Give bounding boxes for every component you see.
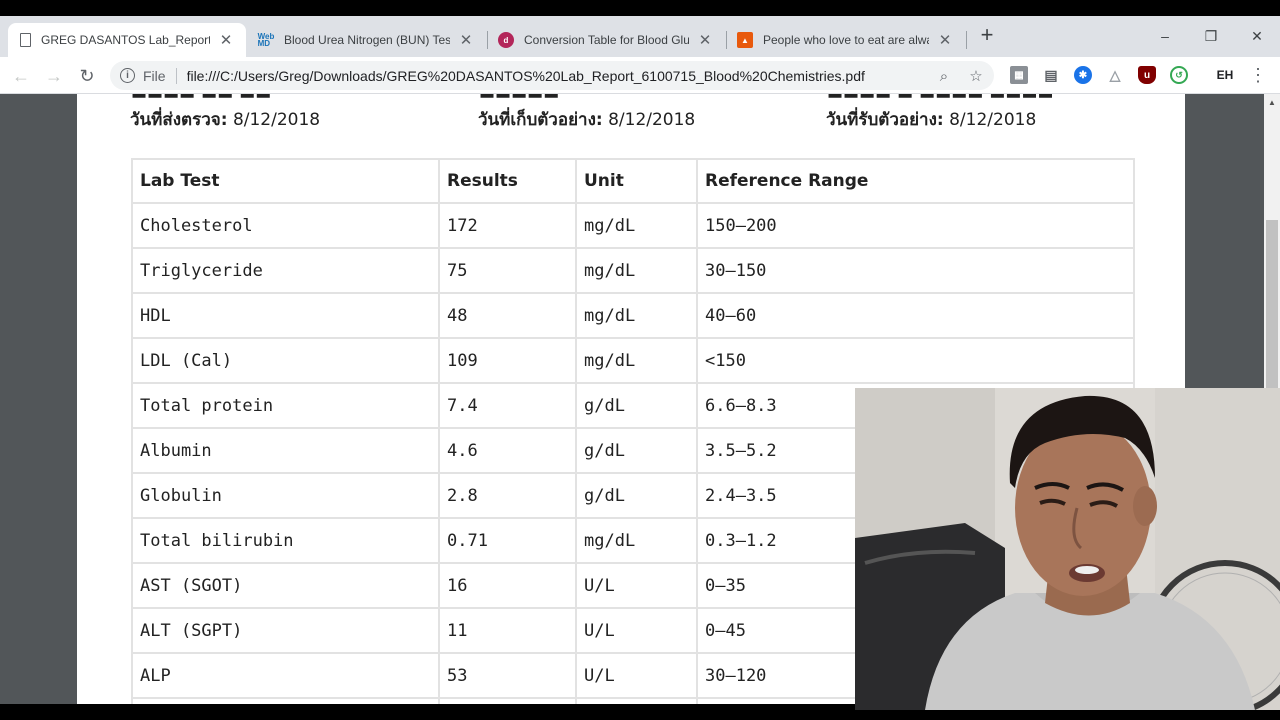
unit-cell: U/L (575, 562, 698, 609)
top-black-strip (0, 0, 1280, 16)
lab-test-cell: Total bilirubin (131, 517, 440, 564)
unit-cell: mg/dL (575, 202, 698, 249)
window-close-button[interactable]: ✕ (1245, 26, 1269, 46)
unit-cell: mg/dL (575, 247, 698, 294)
lab-test-cell: Triglyceride (131, 247, 440, 294)
reference-range-cell: 40–60 (696, 292, 1135, 339)
close-icon[interactable]: ✕ (697, 32, 713, 49)
webcam-person-image (855, 388, 1280, 710)
reference-range-cell: <150 (696, 337, 1135, 384)
result-cell: 0.71 (438, 517, 577, 564)
extension-text-icon[interactable]: EH (1214, 66, 1236, 84)
result-cell: 172 (438, 202, 577, 249)
cut-off-text: ▬▬▬▬▬ (479, 94, 560, 104)
unit-cell: g/dL (575, 472, 698, 519)
document-icon (20, 33, 31, 47)
reference-range-cell: 150–200 (696, 202, 1135, 249)
unit-cell: U/L (575, 652, 698, 699)
lab-test-cell: Total protein (131, 382, 440, 429)
back-arrow-icon[interactable]: ← (9, 64, 33, 88)
unit-cell: U/L (575, 607, 698, 654)
reference-range-cell: 30–150 (696, 247, 1135, 294)
circle-logo-icon: d (498, 32, 514, 48)
unit-cell: g/dL (575, 427, 698, 474)
minimize-button[interactable]: – (1153, 26, 1177, 46)
browser-toolbar: ← → ↻ i File file:///C:/Users/Greg/Downl… (0, 57, 1280, 94)
result-cell: 53 (438, 652, 577, 699)
cut-off-text: ▬▬▬▬ ▬ ▬▬▬▬ ▬▬▬▬ (827, 94, 1054, 104)
ublock-icon[interactable]: u (1138, 66, 1156, 84)
tab-title: Blood Urea Nitrogen (BUN) Test (284, 33, 450, 47)
submit-date: วันที่ส่งตรวจ: 8/12/2018 (130, 110, 321, 130)
new-tab-button[interactable]: + (975, 22, 999, 47)
info-icon[interactable]: i (120, 68, 135, 83)
result-cell: 11 (438, 607, 577, 654)
scroll-up-arrow-icon[interactable]: ▲ (1268, 98, 1276, 107)
webmd-icon: Web MD (257, 32, 275, 48)
divider (175, 67, 177, 84)
close-icon[interactable]: ✕ (218, 32, 234, 49)
table-row: Cholesterol 172 mg/dL 150–200 (131, 202, 1135, 249)
close-icon[interactable]: ✕ (458, 32, 474, 49)
forward-arrow-icon[interactable]: → (42, 64, 66, 88)
url-text[interactable]: file:///C:/Users/Greg/Downloads/GREG%20D… (187, 68, 865, 84)
tab-separator (966, 31, 967, 49)
address-bar[interactable]: i File file:///C:/Users/Greg/Downloads/G… (110, 61, 994, 90)
menu-dots-icon[interactable]: ⋮ (1249, 65, 1267, 85)
received-date: วันที่รับตัวอย่าง: 8/12/2018 (826, 110, 1037, 130)
result-cell: 16 (438, 562, 577, 609)
webcam-overlay (855, 388, 1280, 710)
flame-icon: ▲ (737, 32, 753, 48)
result-cell: 48 (438, 292, 577, 339)
extension-grid-icon[interactable]: ▤ (1042, 66, 1060, 84)
header-unit: Unit (575, 158, 698, 204)
lab-test-cell: LDL (Cal) (131, 337, 440, 384)
extension-globe-icon[interactable]: ✱ (1074, 66, 1092, 84)
bookmark-star-icon[interactable]: ☆ (966, 66, 986, 86)
table-row: HDL 48 mg/dL 40–60 (131, 292, 1135, 339)
tab-title: GREG DASANTOS Lab_Report_61 (41, 33, 210, 47)
lab-test-cell: Albumin (131, 427, 440, 474)
tab-people-who-love-to-eat[interactable]: ▲ People who love to eat are alway ✕ (725, 23, 965, 57)
extension-box-icon[interactable]: ▦ (1010, 66, 1028, 84)
lab-test-cell: Cholesterol (131, 202, 440, 249)
header-results: Results (438, 158, 577, 204)
lab-test-cell: ALP (131, 652, 440, 699)
tab-lab-report[interactable]: GREG DASANTOS Lab_Report_61 ✕ (8, 23, 246, 57)
table-row: LDL (Cal) 109 mg/dL <150 (131, 337, 1135, 384)
lab-test-cell: HDL (131, 292, 440, 339)
tab-title: People who love to eat are alway (763, 33, 929, 47)
unit-cell: g/dL (575, 382, 698, 429)
close-icon[interactable]: ✕ (937, 32, 953, 49)
header-lab-test: Lab Test (131, 158, 440, 204)
header-reference-range: Reference Range (696, 158, 1135, 204)
cut-off-text: ▬▬▬▬ ▬▬ ▬▬ (131, 94, 272, 104)
unit-cell: mg/dL (575, 517, 698, 564)
result-cell: 4.6 (438, 427, 577, 474)
result-cell: 2.8 (438, 472, 577, 519)
extension-green-icon[interactable]: ↺ (1170, 66, 1188, 84)
collection-date: วันที่เก็บตัวอย่าง: 8/12/2018 (478, 110, 696, 130)
unit-cell: mg/dL (575, 337, 698, 384)
result-cell: 75 (438, 247, 577, 294)
drive-icon[interactable]: △ (1106, 66, 1124, 84)
tab-bun-test[interactable]: Web MD Blood Urea Nitrogen (BUN) Test ✕ (246, 23, 486, 57)
lab-test-cell: Globulin (131, 472, 440, 519)
tab-title: Conversion Table for Blood Gluco (524, 33, 689, 47)
zoom-icon[interactable]: ⌕ (934, 66, 954, 86)
tab-conversion-table[interactable]: d Conversion Table for Blood Gluco ✕ (486, 23, 725, 57)
result-cell: 7.4 (438, 382, 577, 429)
restore-button[interactable]: ❐ (1199, 26, 1223, 46)
table-row: Triglyceride 75 mg/dL 30–150 (131, 247, 1135, 294)
unit-cell: mg/dL (575, 292, 698, 339)
reload-icon[interactable]: ↻ (75, 64, 99, 88)
lab-test-cell: AST (SGOT) (131, 562, 440, 609)
table-header-row: Lab Test Results Unit Reference Range (131, 158, 1135, 204)
tab-bar: GREG DASANTOS Lab_Report_61 ✕ Web MD Blo… (0, 16, 1280, 57)
report-meta-row: ▬▬▬▬ ▬▬ ▬▬ ▬▬▬▬▬ ▬▬▬▬ ▬ ▬▬▬▬ ▬▬▬▬ วันที่… (77, 94, 1185, 144)
scheme-label: File (143, 67, 166, 84)
lab-test-cell: ALT (SGPT) (131, 607, 440, 654)
result-cell: 109 (438, 337, 577, 384)
